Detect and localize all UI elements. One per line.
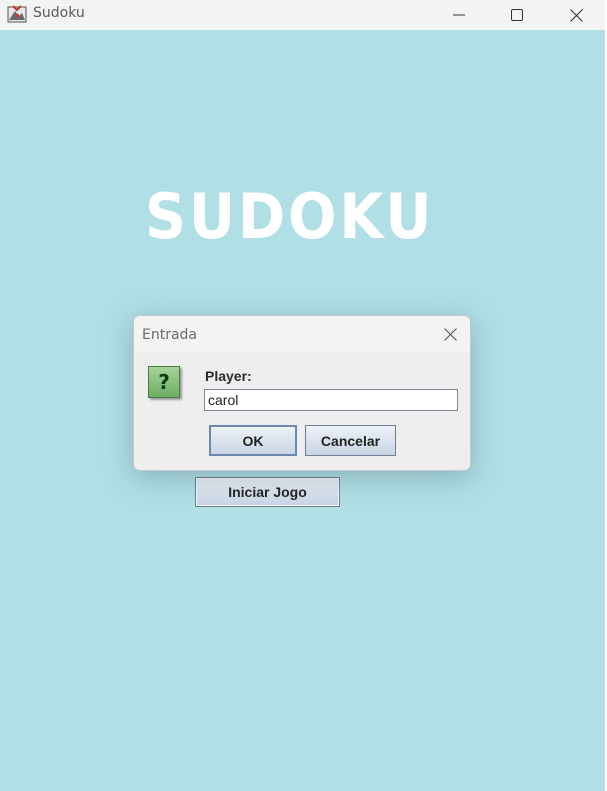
input-dialog: Entrada ? Player: OK Cancelar — [133, 315, 471, 471]
player-input[interactable] — [204, 389, 458, 411]
minimize-button[interactable] — [430, 0, 488, 30]
close-icon — [443, 327, 457, 341]
window-titlebar[interactable]: Sudoku — [0, 0, 605, 30]
sudoku-logo: SUDOKU — [145, 180, 435, 253]
ok-button[interactable]: OK — [209, 425, 297, 456]
cancel-button[interactable]: Cancelar — [305, 425, 396, 456]
sudoku-app-icon — [7, 5, 27, 23]
close-icon — [569, 8, 583, 22]
minimize-icon — [453, 14, 465, 16]
dialog-close-button[interactable] — [439, 324, 461, 344]
maximize-icon — [511, 9, 523, 21]
player-label: Player: — [205, 368, 252, 384]
start-game-button[interactable]: Iniciar Jogo — [195, 477, 340, 507]
maximize-button[interactable] — [488, 0, 546, 30]
window-title: Sudoku — [33, 5, 85, 21]
close-button[interactable] — [547, 0, 605, 30]
app-window: Sudoku SUDOKU Iniciar Jogo Entrada ? Pla… — [0, 0, 605, 791]
question-icon: ? — [148, 366, 180, 398]
dialog-title: Entrada — [142, 327, 198, 343]
dialog-titlebar[interactable]: Entrada — [134, 316, 470, 352]
